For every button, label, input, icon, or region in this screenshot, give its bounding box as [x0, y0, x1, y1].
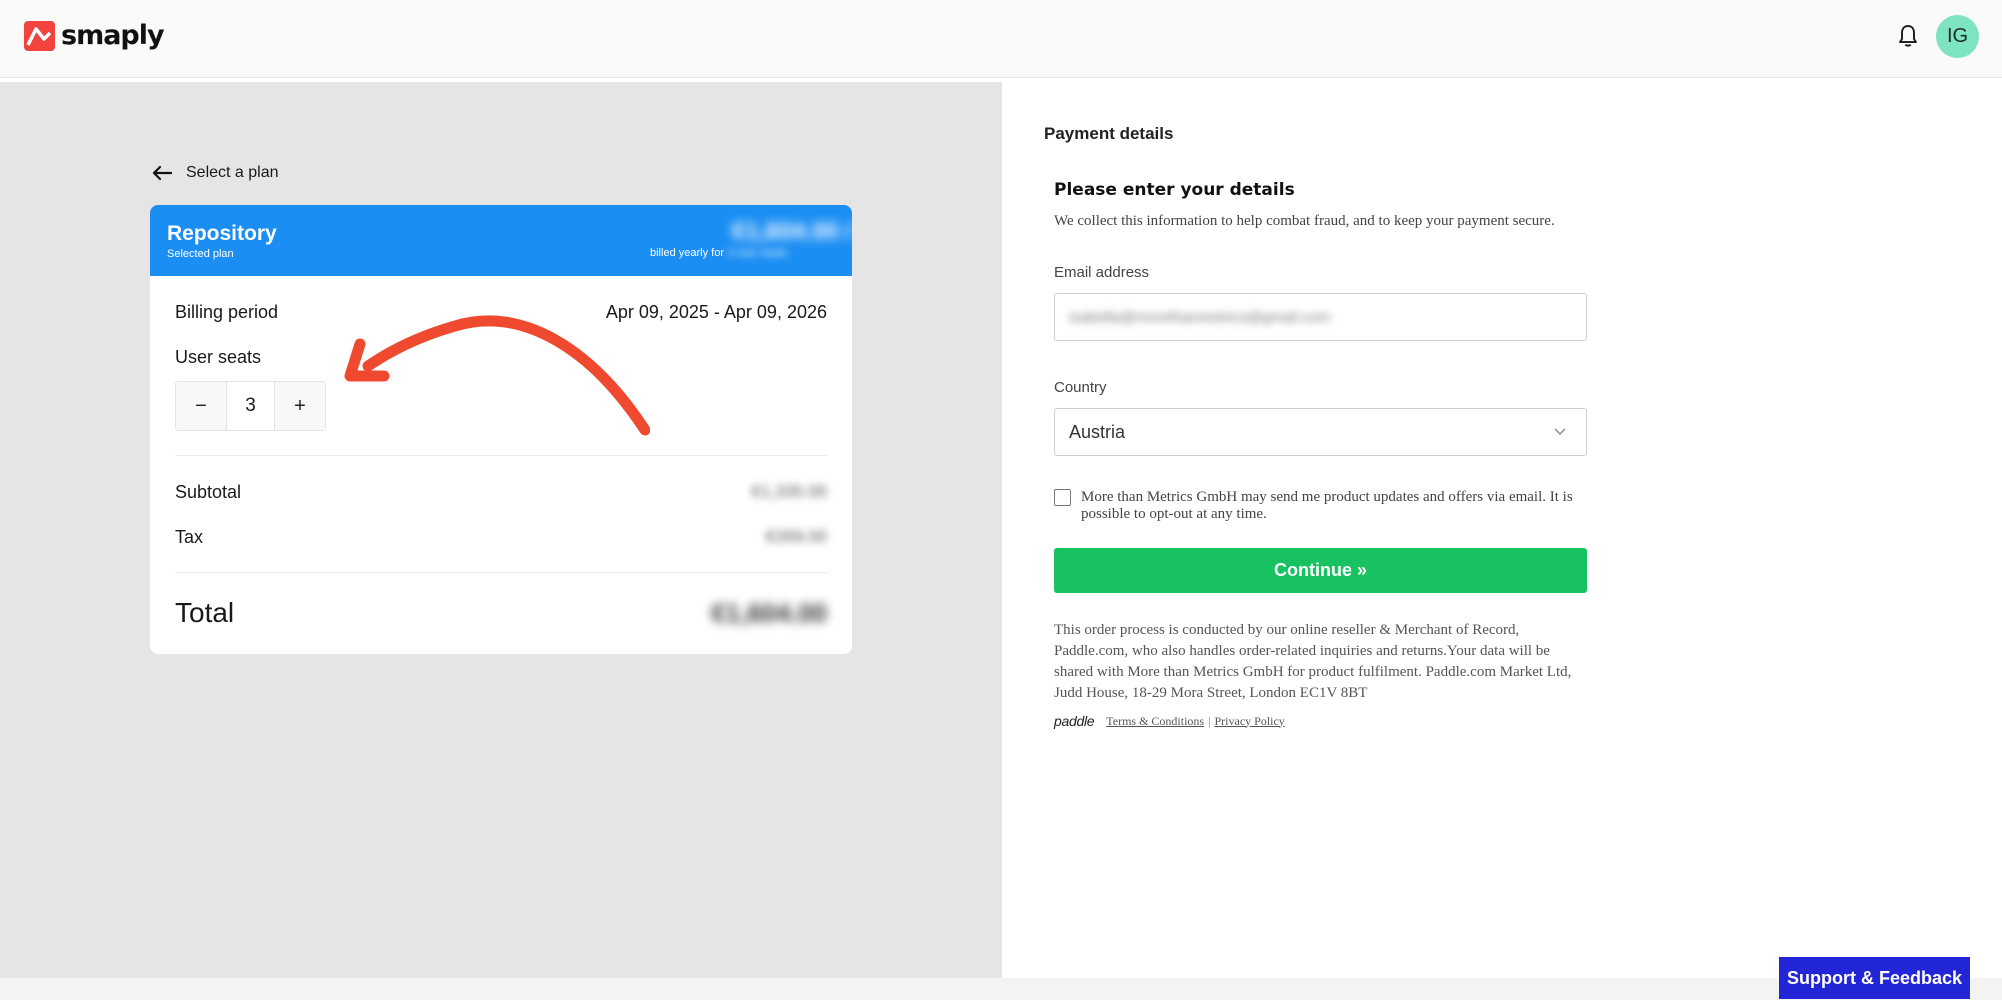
paddle-footer: paddle Terms & Conditions | Privacy Poli… — [1054, 713, 1285, 729]
seats-value[interactable]: 3 — [226, 382, 275, 430]
total-value: €1,604.00 — [711, 598, 827, 628]
decrease-seats-button[interactable]: − — [176, 382, 226, 430]
plan-price: €1,604.00 / yr — [732, 218, 852, 245]
bell-icon[interactable] — [1896, 23, 1920, 49]
link-separator: | — [1208, 713, 1211, 728]
logo-text: smaply — [61, 20, 165, 51]
annotation-arrow-icon — [344, 315, 650, 436]
chevron-down-icon — [1554, 428, 1566, 435]
back-to-plans-link[interactable]: Select a plan — [152, 164, 279, 182]
support-feedback-button[interactable]: Support & Feedback — [1779, 957, 1970, 999]
plan-subtitle: Selected plan — [167, 248, 234, 260]
subtotal-label: Subtotal — [175, 482, 242, 502]
email-field[interactable]: isabella@morethanmetrics@gmail.com — [1054, 293, 1587, 341]
subtotal-value: €1,335.00 — [751, 482, 827, 501]
avatar[interactable]: IG — [1936, 15, 1979, 58]
continue-button[interactable]: Continue » — [1054, 548, 1587, 593]
divider — [175, 572, 827, 573]
billed-prefix: billed yearly for — [650, 247, 724, 259]
form-description: We collect this information to help comb… — [1054, 213, 1555, 229]
order-process-note: This order process is conducted by our o… — [1054, 622, 1572, 701]
divider — [175, 455, 827, 456]
billing-period-label: Billing period — [175, 302, 279, 322]
billed-amount: 3 user seats — [727, 247, 787, 259]
tax-value: €269.00 — [765, 527, 827, 546]
privacy-link[interactable]: Privacy Policy — [1214, 714, 1284, 729]
payment-details-title: Payment details — [1044, 124, 1174, 143]
country-label: Country — [1054, 379, 1107, 396]
tax-label: Tax — [175, 527, 204, 547]
country-select[interactable]: Austria — [1054, 408, 1587, 456]
top-header: smaply IG — [0, 0, 2002, 78]
back-arrow-icon — [152, 165, 172, 181]
total-label: Total — [175, 597, 235, 628]
terms-link[interactable]: Terms & Conditions — [1106, 714, 1204, 729]
plan-name: Repository — [167, 222, 277, 245]
marketing-consent-checkbox[interactable] — [1054, 489, 1071, 506]
plan-billed-note: billed yearly for 3 user seats — [650, 247, 787, 259]
paddle-logo: paddle — [1054, 713, 1095, 729]
user-seats-stepper: − 3 + — [175, 381, 326, 431]
email-value: isabella@morethanmetrics@gmail.com — [1069, 308, 1331, 326]
increase-seats-button[interactable]: + — [275, 382, 325, 430]
marketing-consent-text: More than Metrics GmbH may send me produ… — [1081, 489, 1573, 522]
form-title: Please enter your details — [1054, 180, 1295, 200]
country-value: Austria — [1069, 421, 1126, 442]
smaply-logo-icon — [24, 20, 55, 51]
plan-card-header: Repository Selected plan €1,604.00 / yr … — [150, 205, 852, 276]
user-seats-label: User seats — [175, 347, 262, 367]
bottom-strip — [0, 978, 2002, 1000]
smaply-logo[interactable]: smaply — [24, 20, 165, 51]
back-link-label: Select a plan — [186, 164, 279, 181]
email-label: Email address — [1054, 264, 1150, 281]
